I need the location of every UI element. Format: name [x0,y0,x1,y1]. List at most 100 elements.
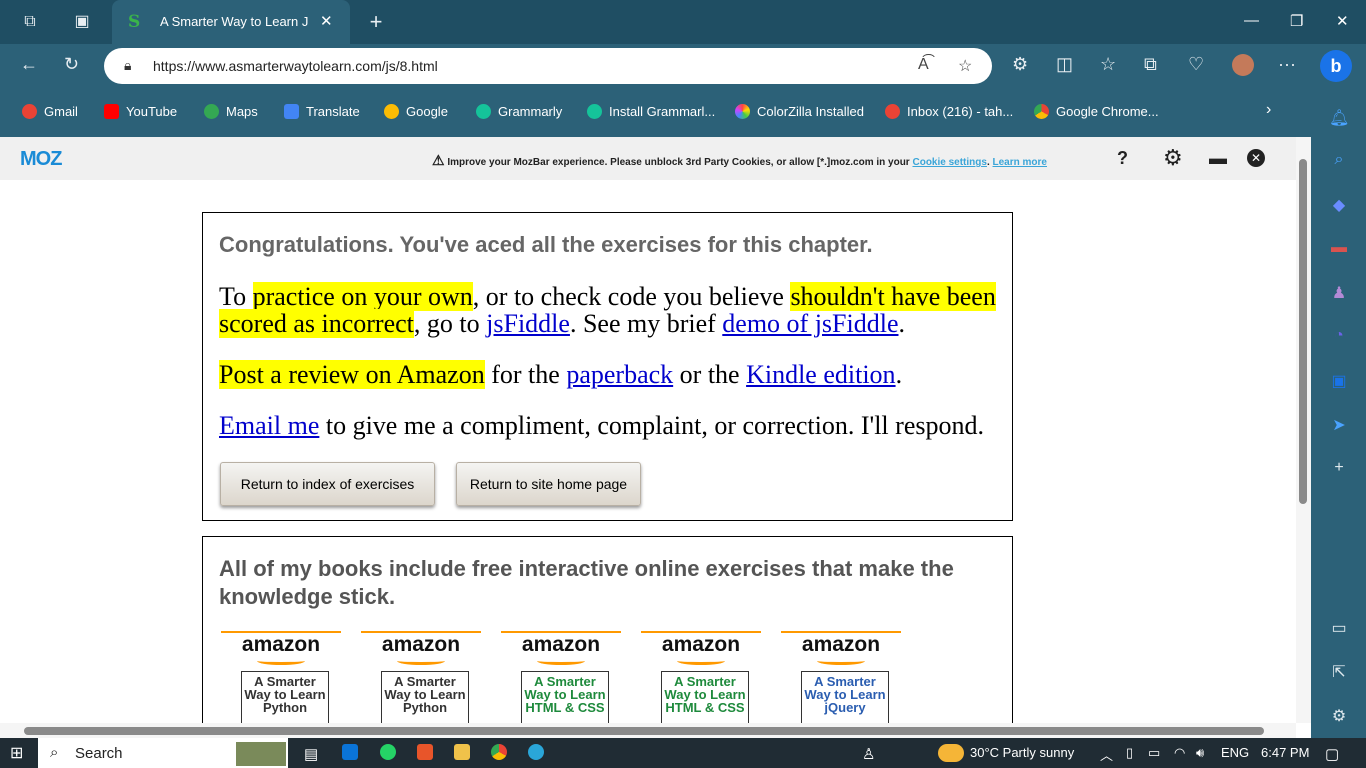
refresh-icon[interactable]: ↻ [64,54,79,75]
sidebar-settings-icon[interactable]: ⚙ [1329,706,1349,726]
chrome-icon[interactable] [491,744,507,760]
book-card[interactable]: amazon A Smarter Way to Learn HTML & CSS [641,631,761,741]
hide-sidebar-icon[interactable]: ▭ [1329,618,1349,638]
bookmark-translate[interactable]: Translate [284,104,360,119]
congrats-heading: Congratulations. You've aced all the exe… [219,232,873,257]
address-bar[interactable]: 🔒︎ https://www.asmarterwaytolearn.com/js… [104,48,992,84]
tab-actions-icon[interactable]: ▣ [70,10,94,34]
minimize-icon[interactable]: — [1244,12,1259,29]
bookmark-gmail[interactable]: Gmail [22,104,78,119]
google-icon [384,104,399,119]
jsfiddle-link[interactable]: jsFiddle [486,309,570,338]
horizontal-scroll-thumb[interactable] [24,727,1264,735]
notifications-icon[interactable]: 🔔︎ [1329,108,1349,128]
profile-avatar[interactable] [1232,54,1254,76]
shopping-tag-icon[interactable]: ◆ [1329,195,1349,215]
help-icon[interactable]: ? [1117,148,1128,169]
add-favorite-icon[interactable]: ☆ [958,56,972,76]
language-indicator[interactable]: ENG [1221,745,1249,760]
back-icon[interactable]: ← [20,54,38,75]
weather-text[interactable]: 30°C Partly sunny [970,745,1074,760]
more-menu-icon[interactable]: ··· [1278,54,1296,75]
moz-close-icon[interactable]: ✕ [1247,149,1265,167]
title-bar: ⧉ ▣ S A Smarter Way to Learn Jav ✕ + — ❐… [0,0,1366,44]
add-sidebar-app-icon[interactable]: + [1329,459,1349,479]
lock-icon[interactable]: 🔒︎ [124,57,131,74]
bookmark-inbox[interactable]: Inbox (216) - tah... [885,104,1013,119]
workspaces-icon[interactable]: ⧉ [18,10,42,34]
bookmark-install-grammarly[interactable]: Install Grammarl... [587,104,715,119]
send-icon[interactable]: ➤ [1329,415,1349,435]
amazon-smile-icon [537,657,585,665]
app-icon[interactable] [417,744,433,760]
tray-device-icon[interactable]: ▯ [1126,745,1133,761]
bookmark-maps[interactable]: Maps [204,104,258,119]
weather-icon[interactable] [938,744,964,762]
warning-icon: ⚠ [432,152,445,168]
chrome-icon [1034,104,1049,119]
book-card[interactable]: amazon A Smarter Way to Learn jQuery [781,631,901,741]
clock[interactable]: 6:47 PM [1261,745,1309,760]
vertical-scrollbar[interactable] [1296,137,1311,723]
battery-icon[interactable]: ▭ [1148,745,1160,761]
tab-title: A Smarter Way to Learn Jav [160,14,308,29]
email-me-link[interactable]: Email me [219,411,319,440]
search-icon[interactable]: ⌕ [1329,151,1349,171]
cookie-settings-link[interactable]: Cookie settings [912,157,986,168]
tray-chevron-icon[interactable]: ︿ [1100,745,1113,764]
microsoft365-icon[interactable]: ◔ [1329,327,1349,347]
return-home-button[interactable]: Return to site home page [456,462,641,506]
file-explorer-icon[interactable] [454,744,470,760]
window-close-icon[interactable]: ✕ [1336,12,1349,30]
url-text[interactable]: https://www.asmarterwaytolearn.com/js/8.… [153,58,438,74]
translate-icon [284,104,299,119]
performance-icon[interactable]: ♡ [1188,54,1204,75]
moz-settings-icon[interactable]: ⚙ [1163,145,1183,171]
close-tab-icon[interactable]: ✕ [320,12,333,30]
extensions-icon[interactable]: ⚙ [1012,54,1028,75]
games-icon[interactable]: ♟ [1329,283,1349,303]
windows-start-icon[interactable]: ⊞ [10,743,23,763]
split-screen-icon[interactable]: ◫ [1056,54,1073,75]
bookmarks-bar: Gmail YouTube Maps Translate Google Gram… [0,88,1311,137]
book-card[interactable]: amazon A Smarter Way to Learn Python [221,631,341,741]
outlook-icon[interactable]: ▣ [1329,371,1349,391]
demo-jsfiddle-link[interactable]: demo of jsFiddle [722,309,898,338]
collections-icon[interactable]: ⧉ [1144,54,1157,75]
bookmark-youtube[interactable]: YouTube [104,104,177,119]
task-view-icon[interactable]: ▤ [304,745,318,763]
tools-briefcase-icon[interactable]: ▬ [1329,239,1349,259]
book-card[interactable]: amazon A Smarter Way to Learn HTML & CSS [501,631,621,741]
learn-more-link[interactable]: Learn more [993,157,1047,168]
bookmarks-more-chevron-icon[interactable]: › [1266,101,1271,119]
horizontal-scrollbar[interactable] [0,723,1296,738]
bookmark-chrome[interactable]: Google Chrome... [1034,104,1159,119]
paperback-link[interactable]: paperback [566,360,673,389]
favorites-icon[interactable]: ☆ [1100,54,1116,75]
volume-icon[interactable]: 🔊︎ [1196,745,1204,761]
restore-icon[interactable]: ❐ [1290,12,1303,30]
external-link-icon[interactable]: ⇱ [1329,662,1349,682]
mail-app-icon[interactable] [342,744,358,760]
whatsapp-icon[interactable] [380,744,396,760]
google-icon [885,104,900,119]
moz-collapse-icon[interactable]: ▬ [1209,148,1227,169]
wifi-icon[interactable]: ◠ [1174,745,1185,761]
return-index-button[interactable]: Return to index of exercises [220,462,435,506]
read-aloud-icon[interactable]: A͡ [918,56,929,74]
tab-active[interactable]: S A Smarter Way to Learn Jav ✕ [112,0,350,44]
bookmark-google[interactable]: Google [384,104,448,119]
new-tab-icon[interactable]: + [364,10,388,34]
notification-center-icon[interactable]: ▢ [1325,745,1339,763]
bookmark-grammarly[interactable]: Grammarly [476,104,562,119]
edge-icon[interactable] [528,744,544,760]
people-icon[interactable]: ♙ [862,745,875,763]
kindle-edition-link[interactable]: Kindle edition [746,360,895,389]
books-heading: All of my books include free interactive… [219,556,954,609]
bookmark-colorzilla[interactable]: ColorZilla Installed [735,104,864,119]
bing-copilot-icon[interactable]: b [1320,50,1352,82]
book-card[interactable]: amazon A Smarter Way to Learn Python [361,631,481,741]
taskbar-search[interactable]: ⌕ Search [38,738,288,768]
vertical-scroll-thumb[interactable] [1299,159,1307,504]
mozbar: MOZ ⚠ Improve your MozBar experience. Pl… [0,137,1296,180]
